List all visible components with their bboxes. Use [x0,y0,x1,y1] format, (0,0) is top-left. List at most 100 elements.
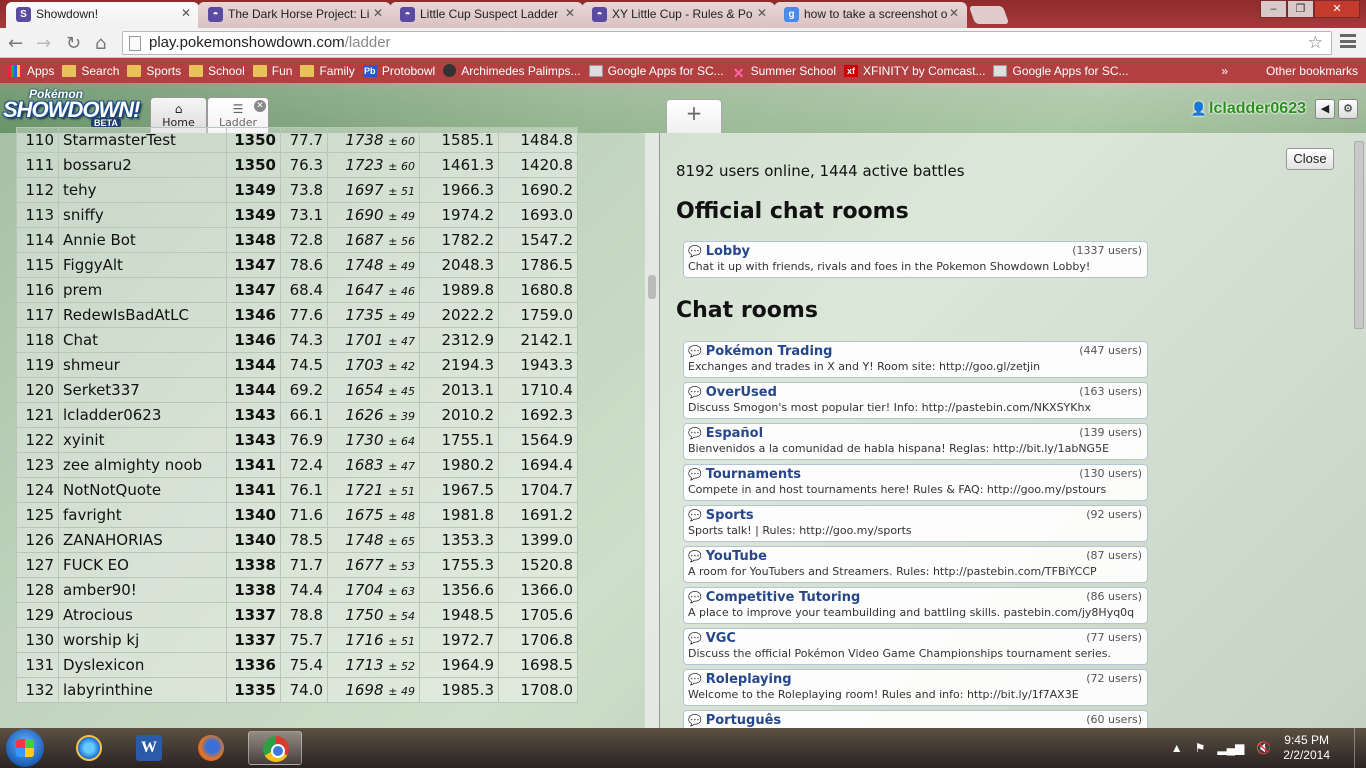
rooms-scrollbar[interactable] [1352,141,1366,728]
player-name-link[interactable]: StarmasterTest [58,127,227,153]
ladder-scrollbar[interactable] [645,133,659,728]
bookmark-folder-search[interactable]: Search [62,64,119,78]
player-name-link[interactable]: Annie Bot [58,227,227,253]
player-name-link[interactable]: FiggyAlt [58,252,227,278]
chat-room-item[interactable]: 💬 Tournaments (130 users) Compete in and ho… [683,464,1148,501]
bookmark-folder-sports[interactable]: Sports [127,64,181,78]
scroll-thumb[interactable] [1354,141,1364,329]
bookmark-folder-fun[interactable]: Fun [252,64,292,78]
elo-cell: 1349 [226,202,281,228]
bookmark-star-icon[interactable]: ☆ [1308,33,1323,53]
player-name-link[interactable]: worship kj [58,627,227,653]
bookmarks-overflow-chevron[interactable]: » [1221,64,1228,78]
chat-room-item[interactable]: 💬 Competitive Tutoring (86 users) A place t… [683,587,1148,624]
player-name-link[interactable]: shmeur [58,352,227,378]
network-signal-icon[interactable]: ▂▄▆ [1217,741,1244,755]
chat-room-item[interactable]: 💬 YouTube (87 users) A room for YouTubers a… [683,546,1148,583]
player-name-link[interactable]: prem [58,277,227,303]
browser-tab-little-cup-ladder[interactable]: ◓ Little Cup Suspect Ladder ✕ [390,2,583,28]
player-name-link[interactable]: ZANAHORIAS [58,527,227,553]
bookmark-folder-school[interactable]: School [189,64,245,78]
bookmark-protobowl[interactable]: Pb Protobowl [362,64,435,78]
chat-room-item[interactable]: 💬 Roleplaying (72 users) Welcome to the Rol… [683,669,1148,706]
back-arrow-icon[interactable]: ← [8,33,23,54]
window-close-icon[interactable]: ✕ [1314,0,1360,18]
volume-muted-icon[interactable]: 🔇 [1256,741,1271,755]
windows-logo-icon [16,739,34,757]
sound-icon[interactable]: ◀ [1315,99,1335,119]
home-icon[interactable]: ⌂ [95,33,106,54]
restore-icon[interactable]: ❐ [1287,0,1314,18]
bookmark-xfinity[interactable]: xf XFINITY by Comcast... [844,64,985,78]
showdown-logo[interactable]: Pokémon SHOWDOWN! BETA [3,87,148,129]
gxe-cell: 77.6 [280,302,328,328]
new-tab-button[interactable] [968,6,1010,24]
bookmark-archimedes[interactable]: Archimedes Palimps... [443,64,581,78]
chat-room-item[interactable]: 💬 Pokémon Trading (447 users) Exchanges and… [683,341,1148,378]
show-desktop-button[interactable] [1354,728,1366,768]
minimize-icon[interactable]: ‒ [1260,0,1287,18]
player-name-link[interactable]: sniffy [58,202,227,228]
rank-cell: 111 [16,152,59,178]
coil-cell: 1755.1 [419,427,499,453]
other-bookmarks[interactable]: Other bookmarks [1247,64,1358,78]
player-name-link[interactable]: NotNotQuote [58,477,227,503]
player-name-link[interactable]: bossaru2 [58,152,227,178]
tray-expand-icon[interactable]: ▲ [1171,741,1183,755]
player-name-link[interactable]: tehy [58,177,227,203]
bookmark-folder-family[interactable]: Family [300,64,355,78]
official-room-item[interactable]: 💬 Lobby (1337 users) Chat it up with friend… [683,241,1148,278]
ladder-row: 111 bossaru2 1350 76.3 1723 ± 60 1461.3 1420.8 [16,152,578,178]
close-tab-icon[interactable]: ✕ [373,6,383,20]
player-name-link[interactable]: Dyslexicon [58,652,227,678]
username[interactable]: 👤 lcladder0623 [1191,100,1306,118]
browser-tab-dark-horse[interactable]: ◓ The Dark Horse Project: Li ✕ [198,2,391,28]
forward-arrow-icon[interactable]: → [36,33,51,54]
taskbar-internet-explorer[interactable] [62,731,116,765]
scroll-thumb[interactable] [648,275,656,299]
chat-room-item[interactable]: 💬 OverUsed (163 users) Discuss Smogon's mos… [683,382,1148,419]
chrome-menu-icon[interactable] [1340,34,1356,48]
bookmark-google-apps-2[interactable]: Google Apps for SC... [993,64,1129,78]
room-name-text: Español [705,426,764,441]
player-name-link[interactable]: zee almighty noob [58,452,227,478]
close-tab-icon[interactable]: ✕ [181,6,191,20]
player-name-link[interactable]: favright [58,502,227,528]
player-name-link[interactable]: labyrinthine [58,677,227,703]
chat-room-item[interactable]: 💬 Sports (92 users) Sports talk! | Rules: h… [683,505,1148,542]
close-button[interactable]: Close [1286,148,1334,170]
close-tab-icon[interactable]: ✕ [949,6,959,20]
player-name-link[interactable]: Serket337 [58,377,227,403]
gear-icon[interactable]: ⚙ [1338,99,1358,119]
bookmark-google-apps-1[interactable]: Google Apps for SC... [588,64,724,78]
chat-room-item[interactable]: 💬 VGC (77 users) Discuss the official Pokém… [683,628,1148,665]
browser-tab-showdown[interactable]: S Showdown! ✕ [6,2,199,28]
bookmark-summer-school[interactable]: ✕ Summer School [732,64,836,81]
player-name-link[interactable]: FUCK EO [58,552,227,578]
elo-cell: 1350 [226,127,281,153]
browser-tab-google-search[interactable]: g how to take a screenshot o ✕ [774,2,967,28]
start-button[interactable] [6,729,44,767]
player-name-link[interactable]: Atrocious [58,602,227,628]
player-name-link[interactable]: lcladder0623 [58,402,227,428]
close-tab-icon[interactable]: ✕ [565,6,575,20]
bookmark-apps[interactable]: Apps [8,64,54,78]
taskbar-word[interactable]: W [122,731,176,765]
reload-icon[interactable]: ↻ [66,33,81,54]
clock[interactable]: 9:45 PM 2/2/2014 [1283,733,1330,763]
new-room-tab[interactable]: + [666,99,722,133]
player-name-link[interactable]: RedewIsBadAtLC [58,302,227,328]
close-tab-icon[interactable]: ✕ [757,6,767,20]
player-name-link[interactable]: xyinit [58,427,227,453]
close-tab-icon[interactable]: ✕ [254,100,266,112]
chat-room-item[interactable]: 💬 Português (60 users) [683,710,1148,728]
action-center-icon[interactable]: ⚑ [1195,741,1206,755]
address-bar[interactable]: play.pokemonshowdown.com/ladder ☆ [122,31,1332,55]
chat-rooms-title: Chat rooms [676,298,818,323]
taskbar-chrome[interactable] [248,731,302,765]
browser-tab-xy-little-cup[interactable]: ◓ XY Little Cup - Rules & Po ✕ [582,2,775,28]
player-name-link[interactable]: amber90! [58,577,227,603]
chat-room-item[interactable]: 💬 Español (139 users) Bienvenidos a la comu… [683,423,1148,460]
player-name-link[interactable]: Chat [58,327,227,353]
taskbar-firefox[interactable] [184,731,238,765]
